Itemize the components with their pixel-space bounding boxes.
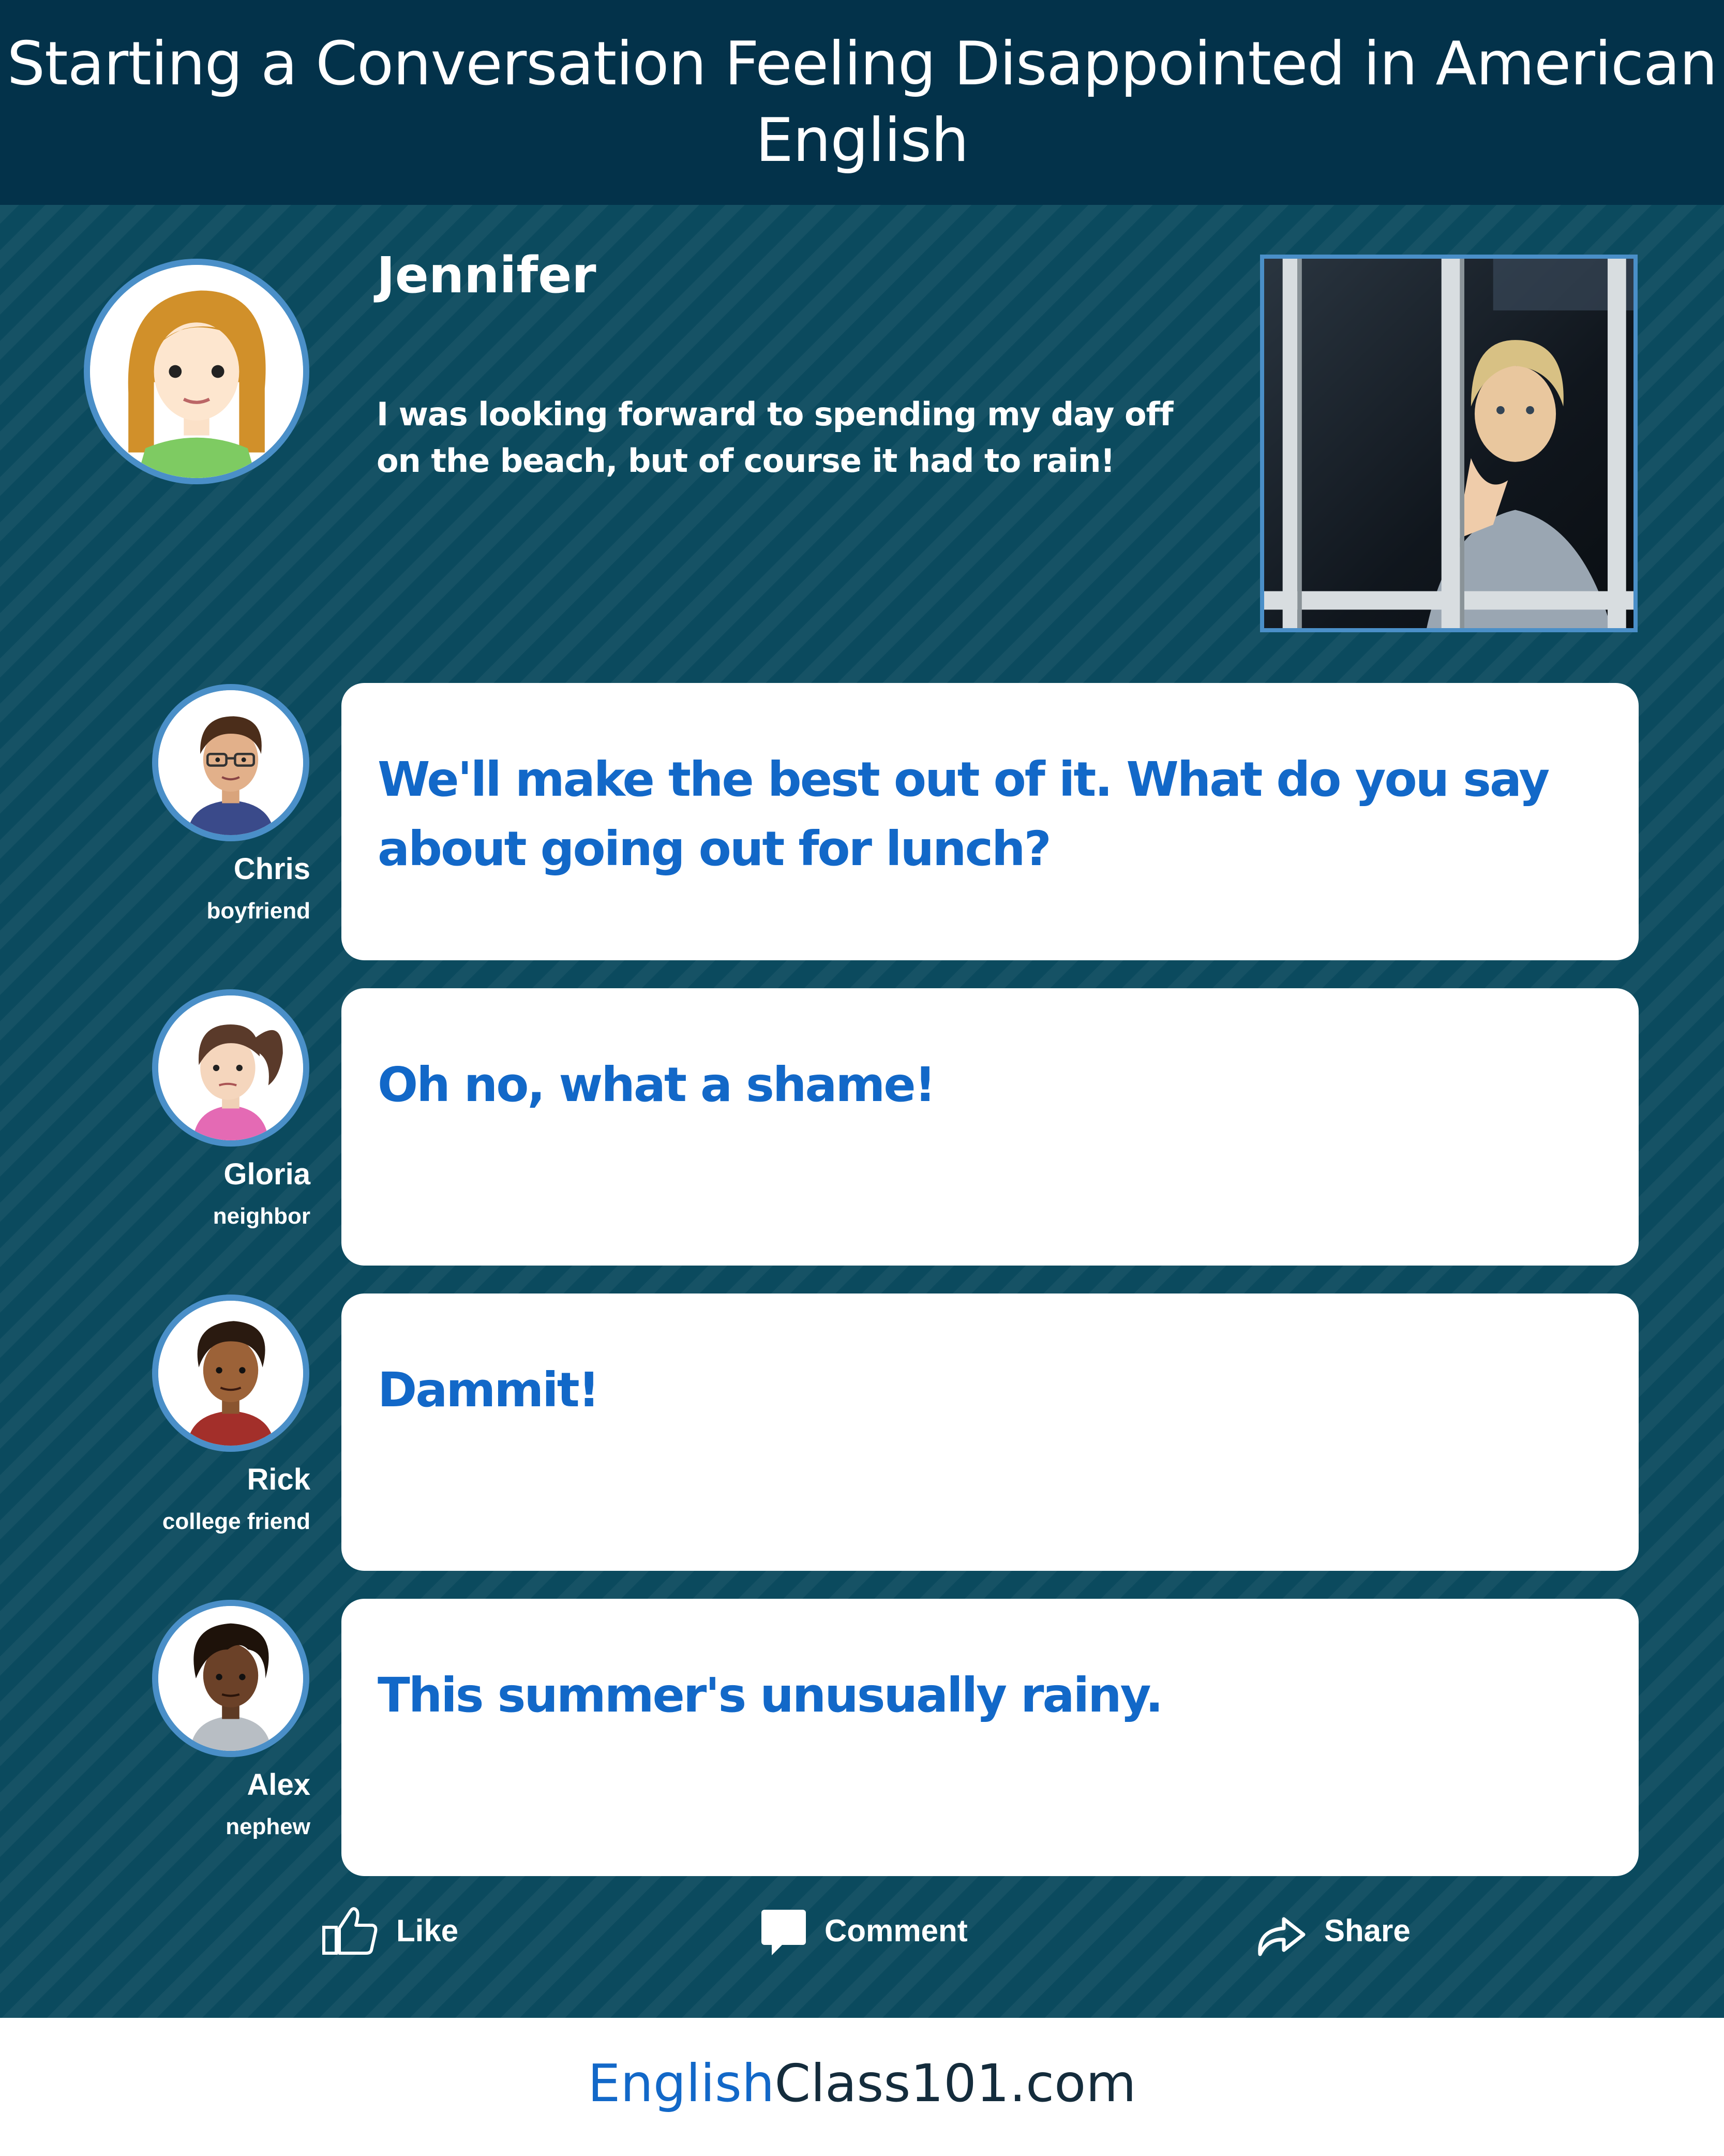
- poster-name[interactable]: Jennifer: [377, 246, 596, 304]
- reply-name[interactable]: Rick: [247, 1462, 310, 1497]
- reply-relation: nephew: [226, 1814, 310, 1839]
- header-bar: Starting a Conversation Feeling Disappoi…: [0, 0, 1724, 205]
- post-photo[interactable]: [1260, 255, 1638, 632]
- comment-button[interactable]: Comment: [760, 1902, 968, 1959]
- reply-relation: neighbor: [213, 1203, 310, 1229]
- woman-at-window-photo: [1264, 259, 1633, 628]
- alex-portrait: [158, 1606, 303, 1751]
- gloria-portrait: [158, 995, 303, 1140]
- thumbs-up-icon: [322, 1907, 378, 1955]
- reply-name[interactable]: Gloria: [223, 1157, 310, 1192]
- avatar-chris[interactable]: [152, 684, 309, 841]
- reply-text: Oh no, what a shame!: [378, 1057, 936, 1112]
- avatar-rick[interactable]: [152, 1295, 309, 1452]
- conversation-feed: Jennifer I was looking forward to spendi…: [0, 205, 1724, 2018]
- brand-part-domain: Class101.com: [774, 2053, 1136, 2114]
- reply-bubble: Dammit!: [341, 1293, 1639, 1571]
- footer: EnglishClass101.com: [0, 2018, 1724, 2156]
- reply-text: Dammit!: [378, 1362, 600, 1418]
- like-label: Like: [396, 1913, 459, 1948]
- avatar-jennifer[interactable]: [84, 259, 309, 484]
- reply-text: We'll make the best out of it. What do y…: [378, 752, 1550, 876]
- reply-bubble: This summer's unusually rainy.: [341, 1599, 1639, 1876]
- like-button[interactable]: Like: [322, 1902, 458, 1959]
- avatar-alex[interactable]: [152, 1600, 309, 1757]
- brand-logo[interactable]: EnglishClass101.com: [588, 2053, 1136, 2114]
- reply-bubble: We'll make the best out of it. What do y…: [341, 683, 1639, 960]
- reply-bubble: Oh no, what a shame!: [341, 988, 1639, 1266]
- share-arrow-icon: [1258, 1917, 1306, 1956]
- reply-text: This summer's unusually rainy.: [378, 1668, 1163, 1723]
- share-label: Share: [1324, 1913, 1411, 1948]
- reply-name[interactable]: Alex: [247, 1767, 310, 1802]
- jennifer-portrait: [90, 265, 303, 478]
- reply-relation: college friend: [162, 1509, 310, 1534]
- page-title: Starting a Conversation Feeling Disappoi…: [7, 29, 1717, 175]
- reply-name[interactable]: Chris: [234, 852, 310, 886]
- speech-bubble-icon: [761, 1910, 806, 1955]
- chris-portrait: [158, 690, 303, 835]
- poster-message: I was looking forward to spending my day…: [377, 395, 1174, 480]
- avatar-gloria[interactable]: [152, 989, 309, 1147]
- comment-label: Comment: [824, 1913, 968, 1948]
- share-button[interactable]: Share: [1255, 1902, 1411, 1959]
- brand-part-english: English: [588, 2053, 775, 2114]
- rick-portrait: [158, 1301, 303, 1446]
- reply-relation: boyfriend: [206, 898, 310, 924]
